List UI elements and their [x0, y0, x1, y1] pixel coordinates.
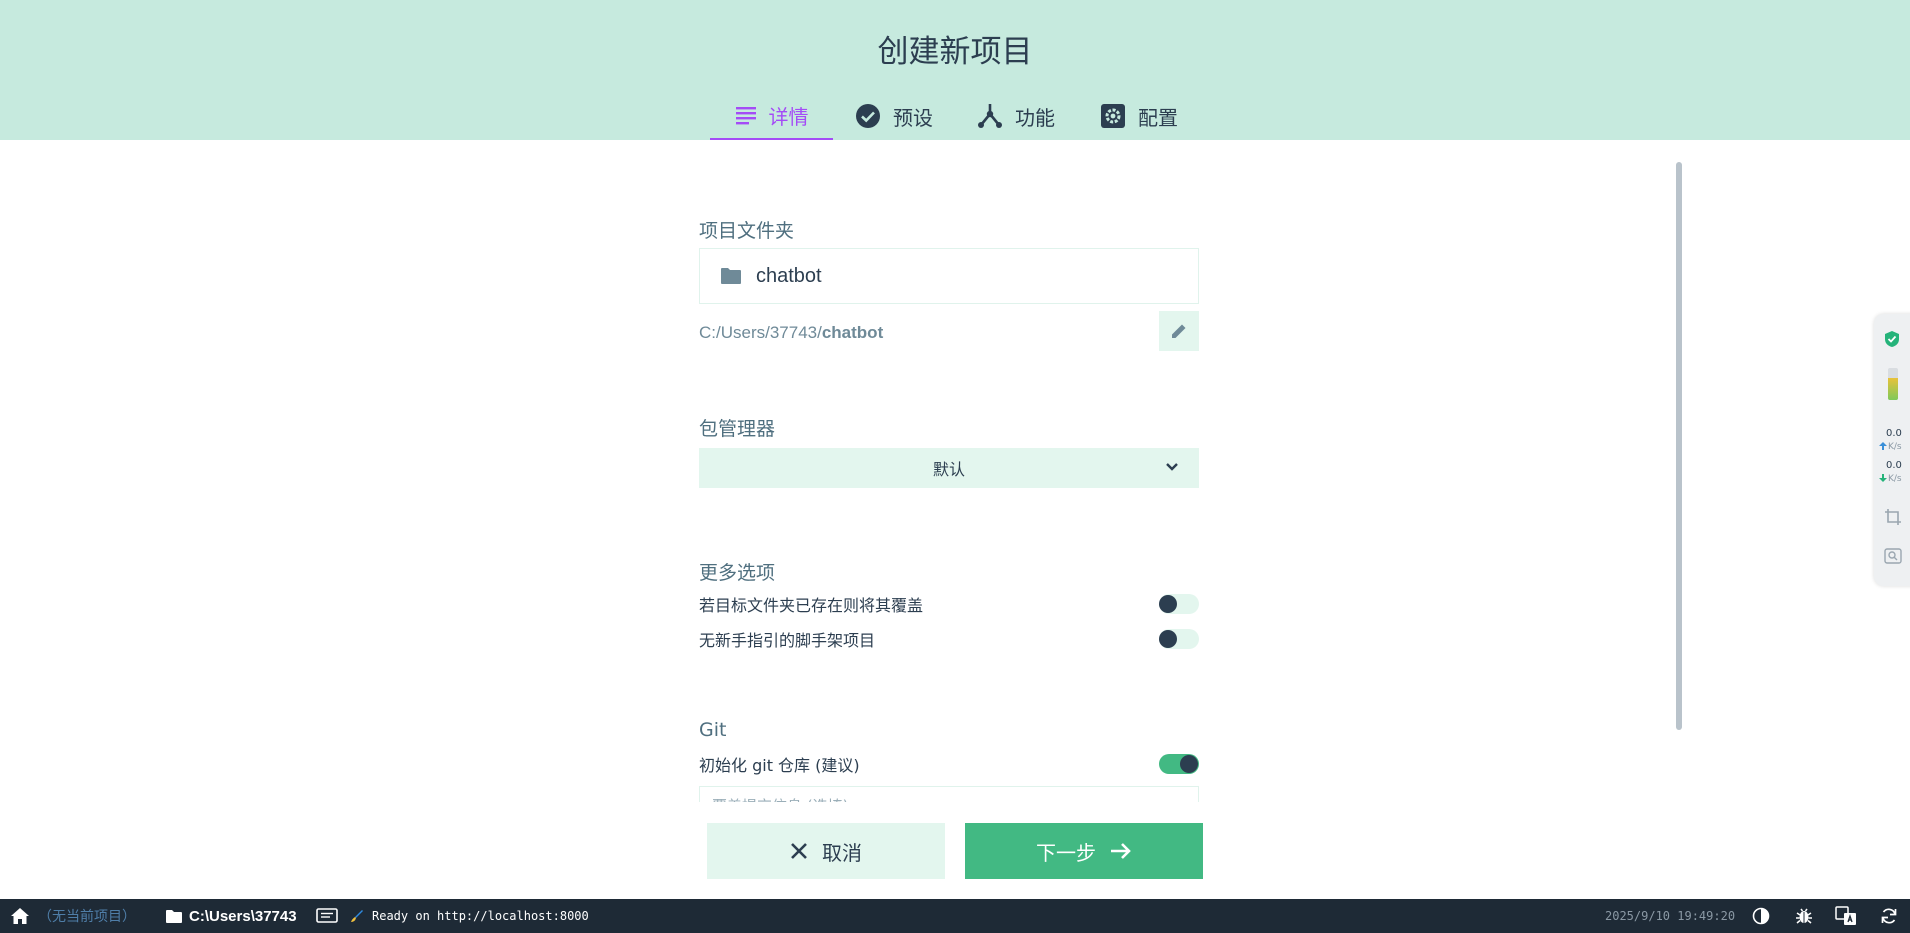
download-unit: K/s [1888, 474, 1902, 484]
current-project-label[interactable]: （无当前项目） [38, 899, 136, 933]
next-label: 下一步 [1036, 840, 1096, 865]
cwd-button[interactable]: C:\Users\37743 [165, 899, 297, 933]
console-button[interactable] [316, 899, 338, 933]
memory-gauge [1888, 368, 1898, 400]
timestamp: 2025/9/10 19:49:20 [1605, 909, 1736, 923]
cancel-button[interactable]: 取消 [707, 823, 945, 879]
search-icon[interactable] [1884, 548, 1902, 564]
translate-icon [1835, 906, 1856, 925]
status-bar: （无当前项目） C:\Users\37743 Ready on http://l… [0, 899, 1910, 933]
theme-toggle-button[interactable] [1752, 899, 1770, 933]
tab-bar: 详情 预设 功能 配置 [710, 92, 1201, 140]
tab-config[interactable]: 配置 [1077, 92, 1201, 140]
refresh-icon [1881, 908, 1897, 924]
project-path: C:/Users/37743/chatbot [699, 323, 883, 343]
download-arrow-icon [1879, 474, 1887, 482]
upload-arrow-icon [1879, 442, 1887, 450]
tab-features[interactable]: 功能 [955, 92, 1077, 140]
upload-speed: 0.0 [1886, 428, 1902, 439]
log-text: Ready on http://localhost:8000 [372, 909, 589, 923]
option-overwrite-toggle[interactable] [1159, 594, 1199, 614]
package-manager-label: 包管理器 [699, 418, 776, 440]
bug-icon [1796, 908, 1812, 924]
page-title: 创建新项目 [877, 34, 1033, 70]
cancel-label: 取消 [822, 840, 862, 865]
scrollbar[interactable] [1676, 162, 1682, 730]
git-section-label: Git [699, 719, 727, 741]
option-overwrite-row: 若目标文件夹已存在则将其覆盖 [699, 592, 1199, 616]
language-button[interactable] [1835, 899, 1857, 933]
toggle-knob [1159, 595, 1177, 613]
folder-icon [166, 909, 182, 923]
package-manager-select[interactable]: 默认 [699, 448, 1199, 488]
toggle-knob [1159, 630, 1177, 648]
system-monitor-widget: 0.0 K/s 0.0 K/s [1874, 314, 1910, 586]
edit-path-button[interactable] [1159, 311, 1199, 351]
path-prefix: C:/Users/37743/ [699, 323, 822, 342]
commit-message-input[interactable]: 覆盖提交信息 (选填) [699, 786, 1199, 802]
list-icon [735, 107, 756, 125]
pencil-icon [1172, 324, 1186, 338]
tab-features-label: 功能 [1015, 105, 1055, 130]
arrow-right-icon [1111, 843, 1131, 859]
toggle-knob [1180, 755, 1198, 773]
header: 创建新项目 详情 预设 功能 配置 [0, 0, 1910, 140]
tab-presets[interactable]: 预设 [833, 92, 955, 140]
folder-icon [721, 268, 741, 284]
close-icon [791, 843, 807, 859]
refresh-button[interactable] [1880, 899, 1898, 933]
download-speed: 0.0 [1886, 460, 1902, 471]
console-icon [316, 908, 338, 923]
option-bare-row: 无新手指引的脚手架项目 [699, 627, 1199, 651]
git-init-row: 初始化 git 仓库 (建议) [699, 752, 1199, 776]
screenshot-icon[interactable] [1884, 508, 1902, 526]
chevron-down-icon [1166, 463, 1178, 471]
contrast-icon [1752, 907, 1770, 925]
git-init-label: 初始化 git 仓库 (建议) [699, 756, 860, 775]
cwd-path: C:\Users\37743 [189, 907, 297, 925]
folder-section-label: 项目文件夹 [699, 220, 795, 242]
more-options-label: 更多选项 [699, 562, 776, 584]
tab-details[interactable]: 详情 [710, 92, 833, 140]
tab-config-label: 配置 [1138, 105, 1178, 130]
shield-icon [1885, 331, 1899, 347]
home-button[interactable] [10, 899, 30, 933]
next-button[interactable]: 下一步 [965, 823, 1203, 879]
fork-icon [978, 104, 1002, 128]
option-bare-label: 无新手指引的脚手架项目 [699, 631, 876, 650]
brush-icon [351, 910, 363, 922]
home-icon [11, 908, 29, 924]
upload-unit: K/s [1888, 442, 1902, 452]
log-message: Ready on http://localhost:8000 [350, 899, 589, 933]
git-init-toggle[interactable] [1159, 754, 1199, 774]
tab-details-label: 详情 [768, 104, 809, 129]
path-folder: chatbot [821, 323, 884, 342]
package-manager-value: 默认 [932, 460, 965, 479]
bug-report-button[interactable] [1795, 899, 1813, 933]
folder-name-value: chatbot [756, 264, 822, 287]
project-folder-input[interactable]: chatbot [699, 248, 1199, 304]
option-bare-toggle[interactable] [1159, 629, 1199, 649]
tab-presets-label: 预设 [893, 105, 933, 130]
option-overwrite-label: 若目标文件夹已存在则将其覆盖 [699, 596, 924, 615]
check-circle-icon [856, 104, 880, 128]
project-form: 项目文件夹 chatbot C:/Users/37743/chatbot 包管理… [699, 140, 1199, 802]
settings-icon [1101, 104, 1125, 128]
